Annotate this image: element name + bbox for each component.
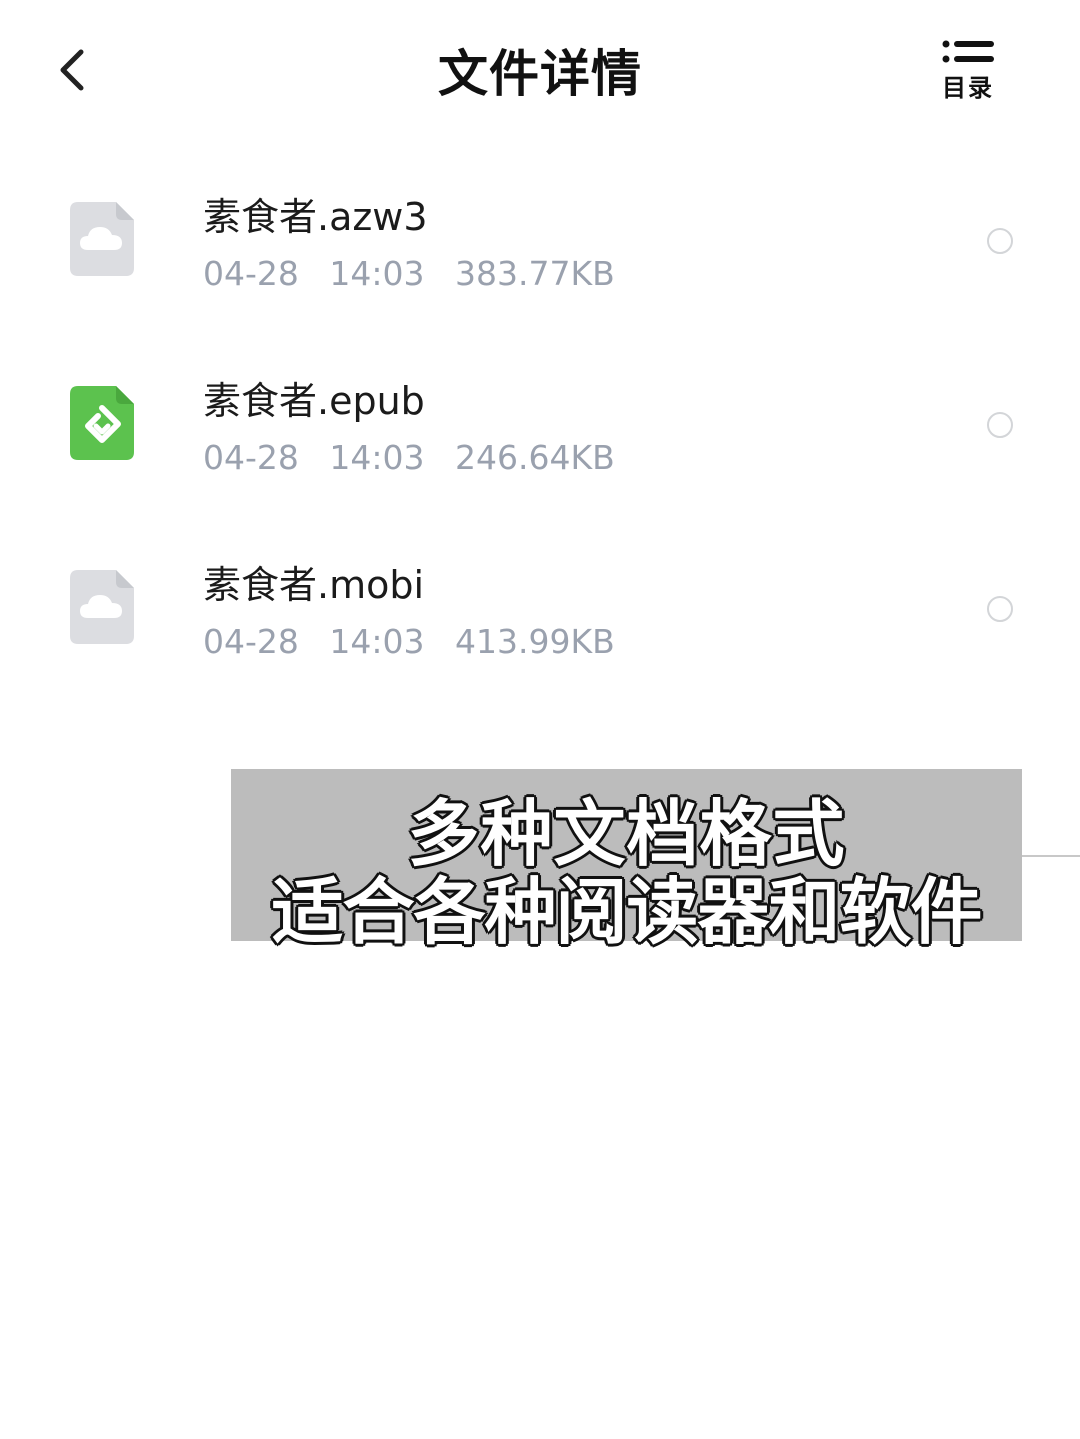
file-size: 413.99KB	[455, 622, 615, 661]
epub-file-icon	[70, 386, 134, 460]
file-name: 素食者.mobi	[203, 563, 425, 607]
file-time: 14:03	[329, 438, 425, 477]
file-meta: 04-28 14:03 383.77KB	[203, 254, 635, 293]
header-bar: 文件详情 目录	[0, 0, 1080, 140]
file-date: 04-28	[203, 438, 299, 477]
file-time: 14:03	[329, 254, 425, 293]
file-row[interactable]: 素食者.azw3 04-28 14:03 383.77KB	[0, 148, 1080, 332]
file-date: 04-28	[203, 622, 299, 661]
page-title: 文件详情	[438, 45, 642, 103]
caption-overlay: 多种文档格式 适合各种阅读器和软件	[231, 769, 1022, 954]
file-list: 素食者.azw3 04-28 14:03 383.77KB 素食者.epub 0…	[0, 148, 1080, 700]
file-name: 素食者.epub	[203, 379, 425, 423]
toc-button[interactable]: 目录	[930, 38, 1006, 104]
file-meta: 04-28 14:03 413.99KB	[203, 622, 635, 661]
divider-line	[1022, 855, 1080, 857]
cloud-file-icon	[70, 202, 134, 276]
select-radio[interactable]	[987, 412, 1013, 438]
select-radio[interactable]	[987, 228, 1013, 254]
select-radio[interactable]	[987, 596, 1013, 622]
toc-label: 目录	[942, 74, 994, 102]
file-name: 素食者.azw3	[203, 195, 428, 239]
file-meta: 04-28 14:03 246.64KB	[203, 438, 635, 477]
list-icon	[942, 40, 994, 63]
file-date: 04-28	[203, 254, 299, 293]
file-time: 14:03	[329, 622, 425, 661]
caption-line-2: 适合各种阅读器和软件	[271, 870, 982, 954]
cloud-file-icon	[70, 570, 134, 644]
file-size: 383.77KB	[455, 254, 615, 293]
file-row[interactable]: 素食者.epub 04-28 14:03 246.64KB	[0, 332, 1080, 516]
file-row[interactable]: 素食者.mobi 04-28 14:03 413.99KB	[0, 516, 1080, 700]
file-size: 246.64KB	[455, 438, 615, 477]
